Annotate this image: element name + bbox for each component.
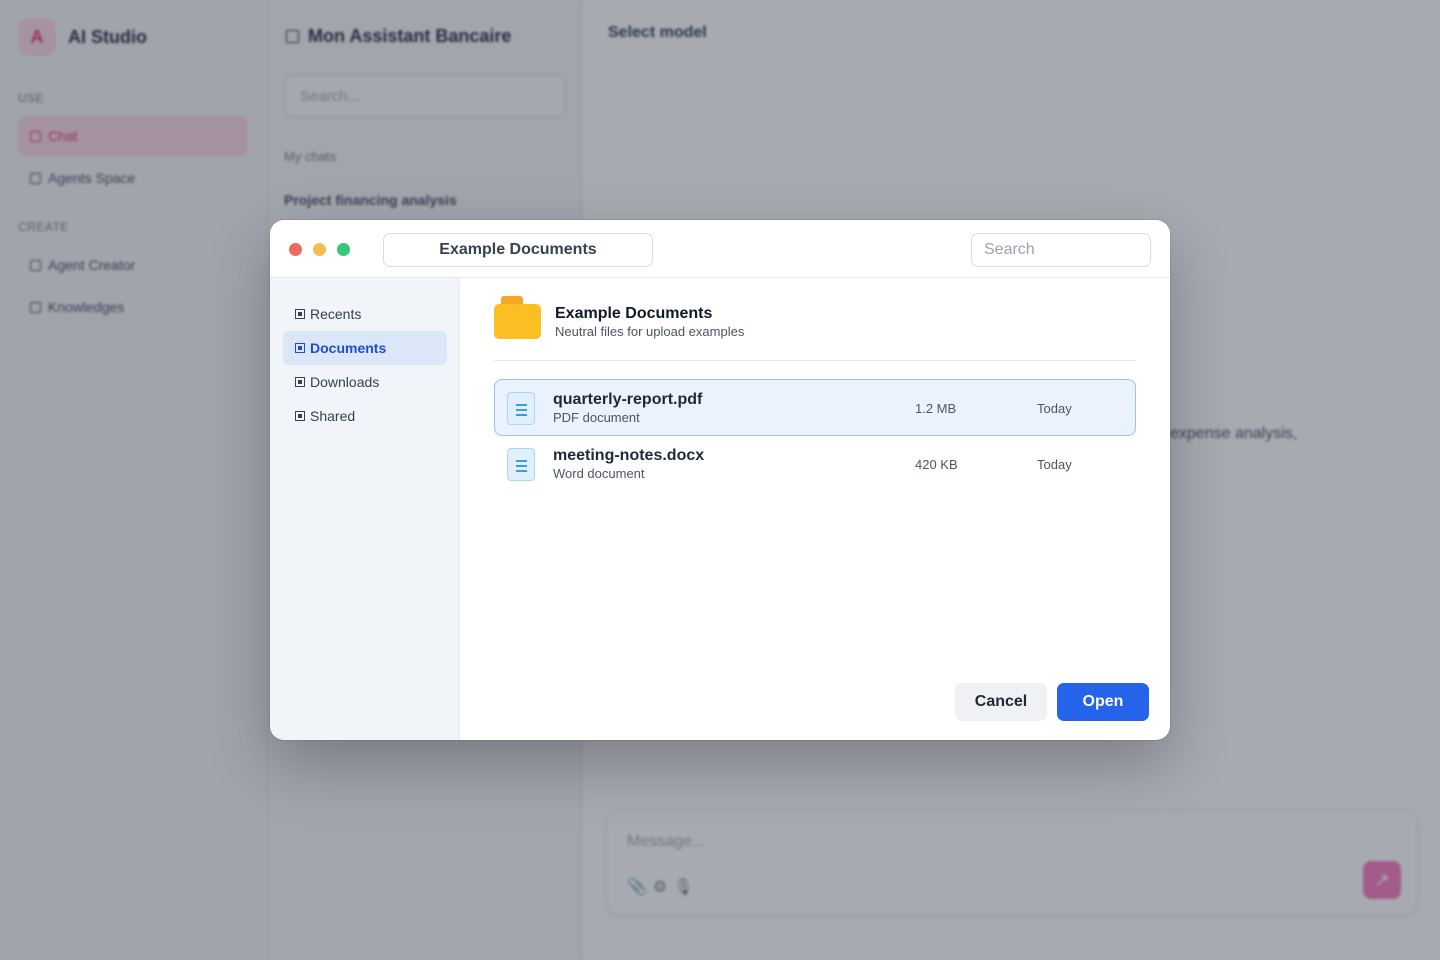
folder-title: Example Documents <box>555 305 713 322</box>
folder-icon <box>494 296 541 339</box>
sidebar-item-label: Documents <box>310 340 387 356</box>
sidebar-item-label: Downloads <box>310 374 380 390</box>
sidebar-item-label: Shared <box>310 408 356 424</box>
divider <box>494 360 1135 361</box>
folder-icon <box>295 411 305 421</box>
sidebar-item-recents[interactable]: Recents <box>283 297 447 331</box>
minimize-window-button[interactable] <box>313 243 326 256</box>
folder-subtitle: Neutral files for upload examples <box>555 324 745 339</box>
file-name: meeting-notes.docx <box>553 447 705 464</box>
sidebar-item-downloads[interactable]: Downloads <box>283 365 447 399</box>
dialog-sidebar: Recents Documents Downloads Shared <box>270 278 460 740</box>
file-size: 420 KB <box>915 457 958 472</box>
file-row[interactable]: quarterly-report.pdf PDF document 1.2 MB… <box>494 379 1136 436</box>
dialog-titlebar: Example Documents Search <box>270 220 1170 278</box>
file-browser: Example Documents Neutral files for uplo… <box>461 278 1170 740</box>
sidebar-item-documents[interactable]: Documents <box>283 331 447 365</box>
file-type: PDF document <box>553 410 640 425</box>
file-type: Word document <box>553 466 645 481</box>
document-icon <box>507 392 535 425</box>
folder-icon <box>295 377 305 387</box>
folder-icon <box>295 309 305 319</box>
sidebar-item-shared[interactable]: Shared <box>283 399 447 433</box>
close-window-button[interactable] <box>289 243 302 256</box>
open-button[interactable]: Open <box>1057 683 1149 721</box>
dialog-search-input[interactable]: Search <box>971 233 1151 267</box>
file-picker-dialog: Example Documents Search Recents Documen… <box>270 220 1170 740</box>
document-icon <box>507 448 535 481</box>
file-size: 1.2 MB <box>915 401 957 416</box>
sidebar-item-label: Recents <box>310 306 362 322</box>
file-row[interactable]: meeting-notes.docx Word document 420 KB … <box>494 435 1136 492</box>
file-name: quarterly-report.pdf <box>553 391 703 408</box>
maximize-window-button[interactable] <box>337 243 350 256</box>
file-modified: Today <box>1037 457 1072 472</box>
folder-icon <box>295 343 305 353</box>
location-dropdown[interactable]: Example Documents <box>383 233 653 267</box>
file-modified: Today <box>1037 401 1072 416</box>
cancel-button[interactable]: Cancel <box>955 683 1047 721</box>
